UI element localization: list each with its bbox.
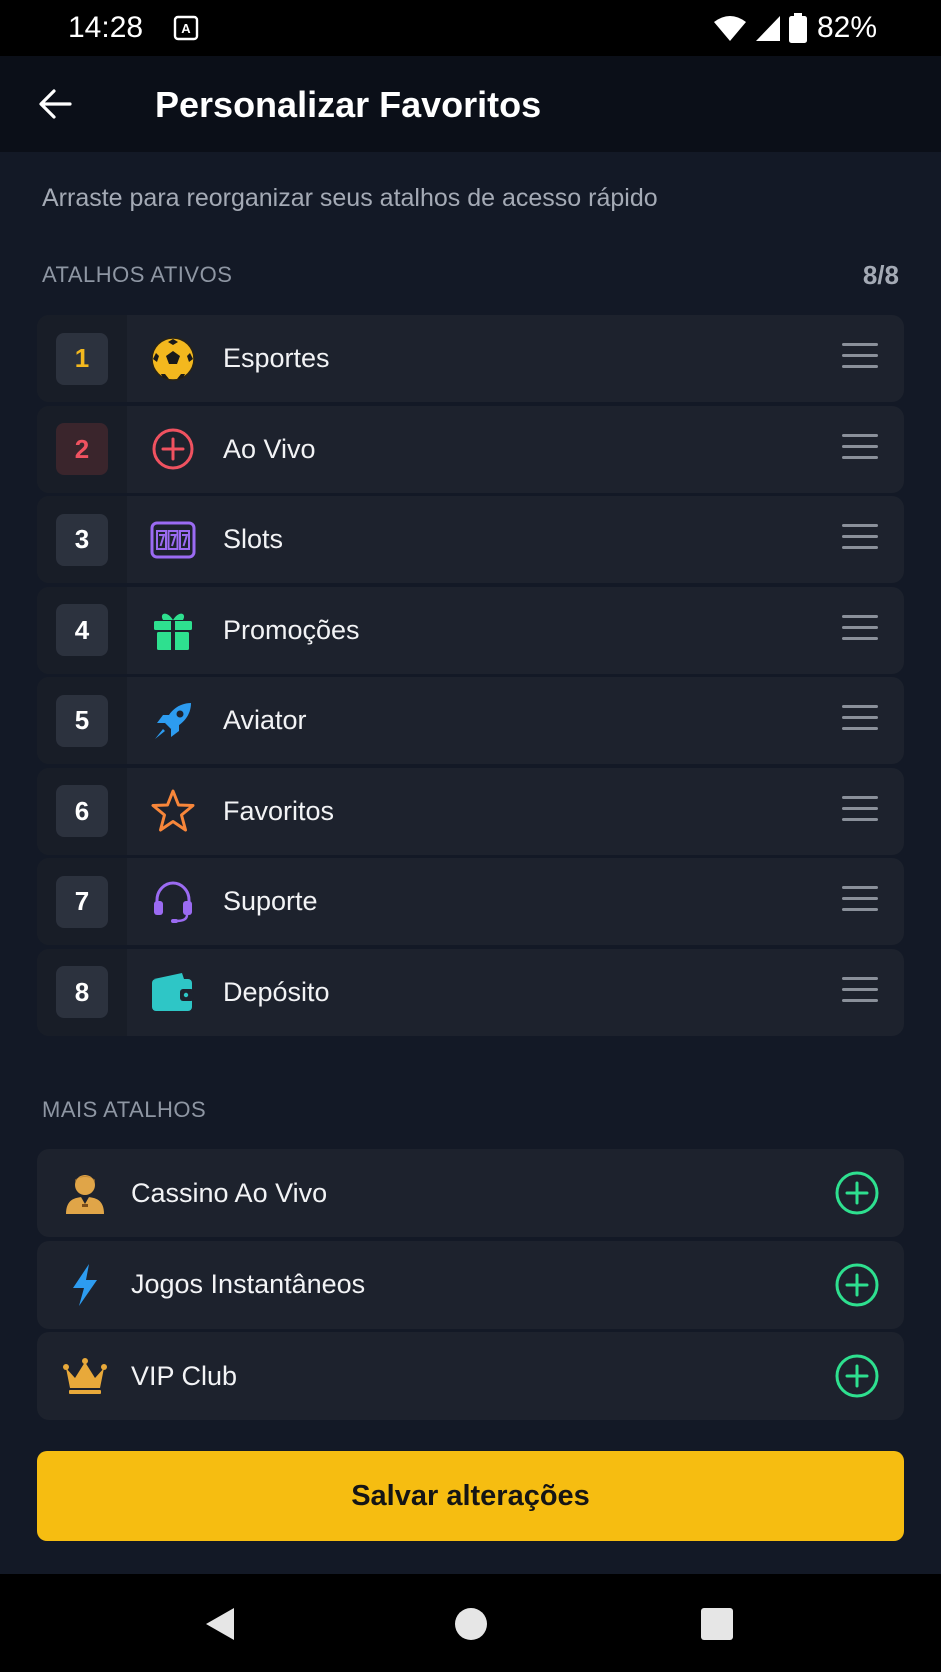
drag-handle-icon[interactable] [842,705,878,735]
dealer-icon [61,1169,109,1217]
save-button[interactable]: Salvar alterações [37,1451,904,1541]
add-circle-icon[interactable] [834,1262,880,1308]
active-row-ao-vivo[interactable]: 2 Ao Vivo [37,405,904,493]
active-row-esportes[interactable]: 1 Esportes [37,315,904,402]
active-section-label: ATALHOS ATIVOS [42,262,233,287]
row-label: Slots [223,524,284,554]
signal-icon [755,16,780,41]
row-number-cell: 1 [37,315,127,402]
row-label: Suporte [223,886,318,916]
row-number: 3 [56,513,108,566]
active-row-suporte[interactable]: 7 Suporte [37,858,904,945]
active-count: 8/8 [862,260,899,290]
row-label: Promoções [223,614,360,645]
row-number: 8 [56,966,108,1018]
soccer-ball-icon [149,335,197,383]
drag-handle-icon[interactable] [842,524,878,554]
more-row-cassino-ao-vivo[interactable]: Cassino Ao Vivo [37,1149,904,1237]
gift-icon [149,606,197,654]
more-section-label: MAIS ATALHOS [42,1097,207,1122]
rocket-icon [149,697,197,745]
live-plus-icon [149,425,197,473]
drag-handle-icon[interactable] [842,614,878,645]
active-row-slots[interactable]: 3 Slots [37,496,904,583]
arrow-left-icon[interactable] [36,84,76,124]
star-icon [149,787,197,835]
wifi-icon [713,16,746,41]
row-number-cell: 6 [37,767,127,855]
row-number: 2 [56,423,108,475]
active-row-aviator[interactable]: 5 Aviator [37,677,904,764]
row-label: Aviator [223,705,307,735]
crown-icon [61,1352,109,1400]
row-number-cell: 2 [37,405,127,493]
system-nav-bar [0,1574,941,1672]
drag-handle-icon[interactable] [842,795,878,826]
app-bar: Personalizar Favoritos [0,56,941,152]
page-title: Personalizar Favoritos [155,84,542,125]
nav-back-icon[interactable] [200,1602,244,1646]
active-row-promocoes[interactable]: 4 Promoções [37,586,904,674]
row-label: Cassino Ao Vivo [131,1177,328,1208]
wallet-icon [149,968,197,1016]
row-number-cell: 3 [37,496,127,583]
row-label: Jogos Instantâneos [131,1269,366,1299]
row-label: Ao Vivo [223,433,316,464]
active-row-favoritos[interactable]: 6 Favoritos [37,767,904,855]
row-number-cell: 5 [37,677,127,764]
row-number: 4 [56,604,108,656]
drag-handle-icon[interactable] [842,976,878,1007]
more-row-jogos-instantaneos[interactable]: Jogos Instantâneos [37,1240,904,1329]
more-row-vip-club[interactable]: VIP Club [37,1332,904,1420]
row-number: 7 [56,875,108,928]
lightning-icon [61,1261,109,1309]
content: Arraste para reorganizar seus atalhos de… [0,152,941,1574]
slot-machine-icon [149,516,197,564]
row-label: Favoritos [223,795,335,826]
row-label: Esportes [223,343,330,373]
row-number-cell: 4 [37,586,127,674]
row-number: 6 [56,785,108,837]
drag-handle-icon[interactable] [842,343,878,373]
row-number: 1 [56,332,108,385]
add-circle-icon[interactable] [834,1170,880,1216]
nav-home-icon[interactable] [449,1602,493,1646]
row-label: VIP Club [131,1360,238,1391]
row-number-cell: 7 [37,858,127,945]
add-circle-icon[interactable] [834,1353,880,1399]
status-time: 14:28 [68,11,144,44]
row-number: 5 [56,694,108,747]
active-shortcuts-list: 1 Esportes 2 Ao Vivo 3 Slots 4 Promoções… [37,315,904,1039]
drag-handle-icon[interactable] [842,886,878,916]
notification-icon: A [173,15,199,41]
row-label: Depósito [223,976,330,1007]
battery-icon [788,13,807,43]
nav-recents-icon[interactable] [695,1602,739,1646]
headset-icon [149,878,197,926]
row-number-cell: 8 [37,948,127,1036]
active-row-deposito[interactable]: 8 Depósito [37,948,904,1036]
more-shortcuts-list: Cassino Ao Vivo Jogos Instantâneos VIP C… [37,1149,904,1424]
svg-text:A: A [181,21,191,36]
subtitle: Arraste para reorganizar seus atalhos de… [42,184,658,212]
status-right: 82% [713,11,877,45]
battery-percent: 82% [816,11,877,44]
drag-handle-icon[interactable] [842,433,878,464]
status-bar: 14:28 A 82% [0,0,941,56]
